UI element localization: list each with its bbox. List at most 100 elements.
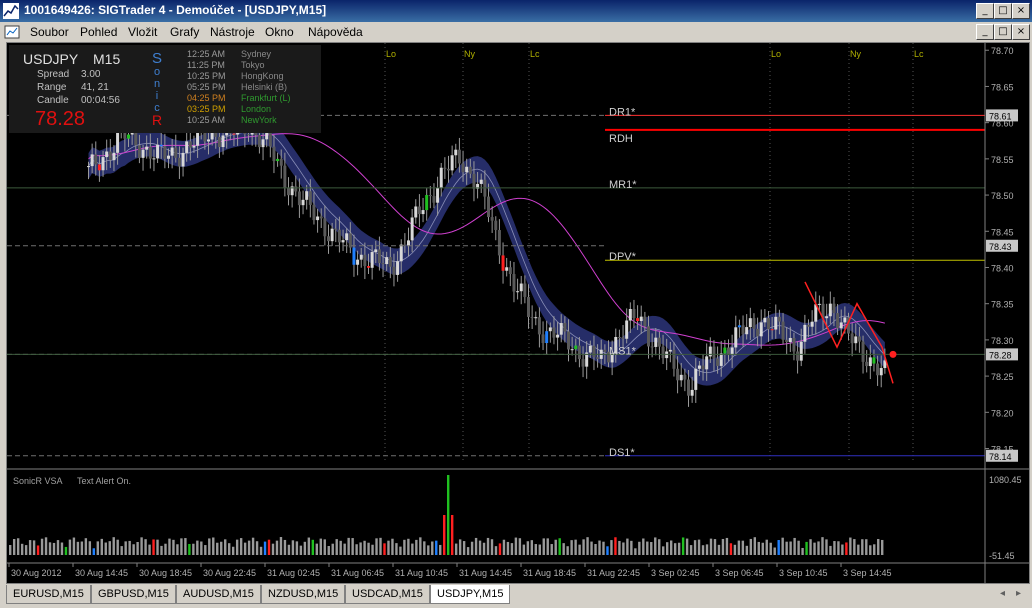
candle-body [872, 357, 876, 364]
menu-help[interactable]: Nápověda [308, 25, 363, 39]
session-marker-label: Lc [914, 49, 924, 59]
tab-scroll-left-icon[interactable]: ◂ [1000, 588, 1005, 599]
candle-body [367, 266, 370, 268]
candle-body [661, 346, 665, 359]
indicator-max: 1080.45 [989, 475, 1022, 485]
candle-body [708, 346, 712, 357]
volume-bar [24, 545, 28, 555]
candle-body [716, 358, 720, 366]
candle-body [167, 155, 170, 159]
menu-charts[interactable]: Grafy [170, 25, 199, 39]
chart-restore-button[interactable]: □ [994, 24, 1012, 40]
candle-body [305, 191, 309, 200]
candle-body [337, 229, 341, 243]
candle-body [647, 326, 650, 347]
volume-bar [279, 537, 283, 555]
chart-window[interactable]: Lo Ny Lc Lo Ny Lc DR1* RDH MR1* DPV* MS1* DS1* USD… [6, 42, 1030, 584]
chart-minimize-button[interactable]: _ [976, 24, 994, 40]
candle-body [174, 147, 178, 158]
session-time: 05:25 PM [187, 82, 226, 92]
menu-insert[interactable]: Vložit [128, 25, 157, 39]
tab-eurusd-m15[interactable]: EURUSD,M15 [6, 585, 91, 604]
candle-body [705, 356, 709, 370]
menu-tools[interactable]: Nástroje [210, 25, 255, 39]
volume-bar [323, 539, 326, 555]
candle-body [454, 149, 458, 156]
tab-audusd-m15[interactable]: AUDUSD,M15 [176, 585, 261, 604]
candle-body [181, 152, 185, 167]
tab-gbpusd-m15[interactable]: GBPUSD,M15 [91, 585, 176, 604]
candle-body [127, 134, 130, 139]
candle-body [294, 186, 298, 192]
volume-bar [367, 542, 370, 555]
maximize-button[interactable]: □ [994, 3, 1012, 19]
volume-bar [474, 537, 478, 555]
tab-nzdusd-m15[interactable]: NZDUSD,M15 [261, 585, 346, 604]
volume-bar [705, 544, 709, 555]
candle-body [363, 254, 367, 267]
candle-body [639, 316, 643, 322]
candle-body [756, 328, 760, 337]
volume-bar [677, 542, 681, 555]
volume-bar [52, 542, 56, 555]
volume-bar [435, 540, 438, 555]
candle-body [163, 146, 167, 159]
volume-bar [817, 541, 820, 555]
price-chart[interactable]: Lo Ny Lc Lo Ny Lc DR1* RDH MR1* DPV* MS1* DS1* USD… [7, 43, 1029, 583]
candle-body [843, 317, 847, 323]
candle-timer: 00:04:56 [81, 95, 120, 106]
volume-bar [319, 538, 322, 555]
candle-body [865, 361, 869, 367]
session-time: 12:25 AM [187, 49, 225, 59]
volume-bar [224, 539, 227, 555]
sonic-r-letter: R [152, 112, 162, 128]
chart-window-icon[interactable] [4, 24, 20, 40]
candle-body [497, 229, 501, 256]
candle-body [668, 349, 672, 352]
volume-bar [239, 538, 243, 555]
volume-bar [263, 541, 267, 555]
menu-view[interactable]: Pohled [80, 25, 117, 39]
menu-window[interactable]: Okno [265, 25, 294, 39]
candle-body [112, 152, 116, 161]
candle-body [817, 303, 821, 305]
volume-bar [586, 537, 589, 555]
volume-bar [32, 540, 36, 555]
candle-body [854, 336, 858, 344]
candle-body [650, 346, 654, 348]
candle-body [701, 365, 705, 370]
candle-body [108, 151, 112, 161]
time-tick-label: 31 Aug 18:45 [523, 568, 576, 578]
candle-body [461, 163, 465, 173]
candle-body [621, 337, 625, 339]
tab-usdjpy-m15[interactable]: USDJPY,M15 [430, 585, 511, 604]
price-tick-label: 78.20 [991, 408, 1014, 418]
candle-body [745, 327, 749, 335]
volume-bar [757, 541, 760, 555]
chart-close-button[interactable]: × [1012, 24, 1030, 40]
indicator-min: -51.45 [989, 551, 1015, 561]
volume-bar [662, 546, 665, 555]
tab-scroll-right-icon[interactable]: ▸ [1016, 588, 1021, 599]
volume-bar [602, 541, 605, 555]
menu-file[interactable]: Soubor [30, 25, 69, 39]
volume-bar [861, 539, 864, 555]
volume-bar [327, 545, 330, 555]
candle-body [799, 341, 803, 361]
candle-body [192, 145, 196, 148]
candle-body [690, 389, 694, 396]
last-price-dot [889, 350, 897, 358]
candle-body [559, 323, 563, 335]
candle-body [345, 233, 349, 241]
candle-body [283, 165, 287, 188]
volume-bar [809, 539, 812, 555]
volume-bar [112, 537, 115, 555]
candle-body [137, 145, 141, 158]
close-button[interactable]: × [1012, 3, 1030, 19]
tab-usdcad-m15[interactable]: USDCAD,M15 [345, 585, 430, 604]
candle-label: Candle [37, 95, 69, 106]
volume-bar [689, 545, 693, 555]
minimize-button[interactable]: _ [976, 3, 994, 19]
session-city: Helsinki (B) [241, 82, 287, 92]
volume-bar [634, 548, 637, 555]
